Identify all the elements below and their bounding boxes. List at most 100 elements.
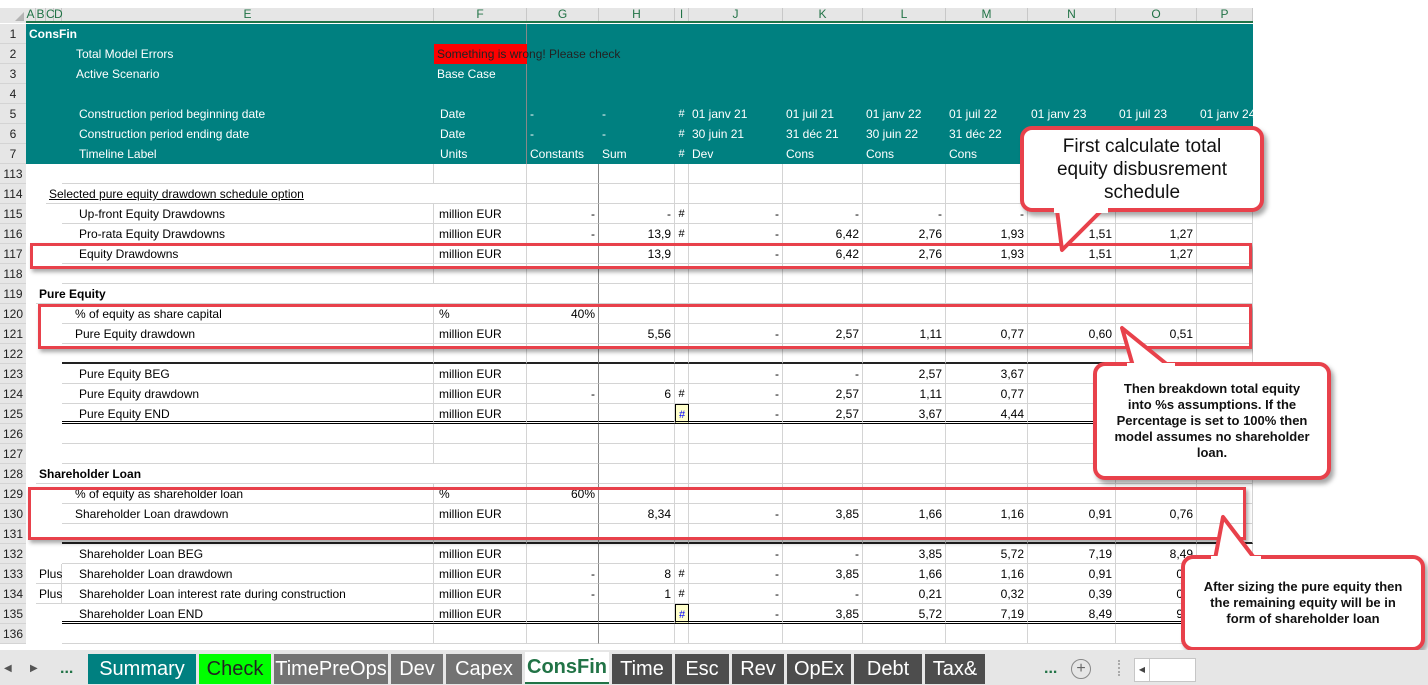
constant-value[interactable]: - [527,224,599,244]
period-value[interactable] [946,424,1028,444]
constant-value[interactable]: - [527,204,599,224]
row-header[interactable]: 3 [0,64,26,84]
column-header[interactable]: A [26,8,36,21]
row-header[interactable]: 117 [0,244,26,264]
sheet-tab-consfin[interactable]: ConsFin [525,652,609,684]
horizontal-scrollbar[interactable]: ◀ [1134,658,1196,682]
period-value[interactable] [1197,304,1253,324]
period-value[interactable]: - [783,584,863,604]
row-header[interactable]: 126 [0,424,26,444]
period-value[interactable] [1116,524,1197,544]
period-cell[interactable]: 30 juin 21 [689,124,783,144]
period-value[interactable]: 0,21 [863,584,946,604]
row-header[interactable]: 119 [0,284,26,304]
period-value[interactable]: - [783,544,863,564]
constant-value[interactable] [527,624,599,644]
add-sheet-icon[interactable]: + [1071,659,1091,679]
flag-cell[interactable] [675,344,689,364]
sum-value[interactable]: 8,34 [599,504,675,524]
unit-cell[interactable] [434,344,527,364]
constant-value[interactable]: - [527,584,599,604]
period-value[interactable] [783,484,863,504]
period-value[interactable]: - [689,204,783,224]
period-value[interactable] [863,304,946,324]
row-header[interactable]: 130 [0,504,26,524]
period-value[interactable]: 1,93 [946,224,1028,244]
period-value[interactable]: 0,77 [946,324,1028,344]
period-value[interactable]: 0,39 [1028,584,1116,604]
period-value[interactable]: 1,66 [863,564,946,584]
sum-value[interactable]: 13,9 [599,224,675,244]
row-header[interactable]: 128 [0,464,26,484]
row-header[interactable]: 114 [0,184,26,204]
period-cell[interactable]: 01 janv 21 [689,104,783,124]
sum-value[interactable] [599,444,675,464]
row-header[interactable]: 136 [0,624,26,644]
flag-cell[interactable] [675,284,689,304]
period-value[interactable] [689,424,783,444]
flag-cell[interactable] [675,624,689,644]
period-value[interactable] [1116,304,1197,324]
period-value[interactable]: - [689,324,783,344]
sum-header[interactable]: Sum [599,144,675,164]
column-header[interactable]: M [946,8,1028,21]
tab-more-right[interactable]: ... [1044,654,1057,684]
period-value[interactable] [689,484,783,504]
period-value[interactable] [783,464,863,484]
column-header[interactable]: E [62,8,434,21]
unit-cell[interactable]: million EUR [434,204,527,224]
period-cell[interactable]: 30 juin 22 [863,124,946,144]
tab-scroll-prev-icon[interactable]: ◀ [4,654,12,684]
sheet-tab-opex[interactable]: OpEx [787,654,851,684]
period-value[interactable] [783,304,863,324]
tab-scroll-next-icon[interactable]: ▶ [30,654,38,684]
period-value[interactable]: 3,67 [863,404,946,424]
period-value[interactable] [863,624,946,644]
constants-cell[interactable]: - [527,104,599,124]
timeline-row-label[interactable]: Construction period ending date [62,124,434,144]
sum-value[interactable]: 1 [599,584,675,604]
period-value[interactable] [946,184,1028,204]
row-header[interactable]: 5 [0,104,26,124]
period-cell[interactable]: 31 déc 22 [946,124,1028,144]
tabs-splitter[interactable] [1118,660,1122,676]
row-header[interactable]: 118 [0,264,26,284]
row-label[interactable]: Shareholder Loan drawdown [62,504,434,524]
sum-value[interactable] [599,284,675,304]
row-header[interactable]: 123 [0,364,26,384]
constant-value[interactable] [527,544,599,564]
unit-cell[interactable]: million EUR [434,224,527,244]
sum-value[interactable] [599,164,675,184]
sheet-tab-rev[interactable]: Rev [732,654,784,684]
units-cell[interactable]: Units [434,144,527,164]
constant-value[interactable] [527,244,599,264]
row-label[interactable]: Pure Equity END [62,404,434,424]
column-header[interactable]: O [1116,8,1197,21]
period-value[interactable] [946,464,1028,484]
unit-cell[interactable] [434,624,527,644]
period-value[interactable] [689,264,783,284]
period-value[interactable] [1116,264,1197,284]
period-value[interactable] [783,524,863,544]
row-header[interactable]: 116 [0,224,26,244]
row-header[interactable]: 134 [0,584,26,604]
unit-cell[interactable]: million EUR [434,404,527,424]
total-errors-label[interactable]: Total Model Errors [62,44,434,64]
period-value[interactable]: - [689,364,783,384]
constant-value[interactable]: - [527,384,599,404]
period-cell[interactable]: 01 janv 23 [1028,104,1116,124]
row-label[interactable] [62,444,434,464]
row-label[interactable]: Pure Equity drawdown [62,324,434,344]
constants-cell[interactable]: - [527,124,599,144]
row-header[interactable]: 132 [0,544,26,564]
period-value[interactable] [1028,524,1116,544]
period-value[interactable] [863,444,946,464]
period-value[interactable]: 2,57 [783,384,863,404]
column-header[interactable]: H [599,8,675,21]
sum-value[interactable]: 6 [599,384,675,404]
period-value[interactable]: 3,85 [863,544,946,564]
sum-value[interactable] [599,404,675,424]
flag-cell[interactable]: # [675,224,689,244]
period-value[interactable]: - [689,604,783,624]
sum-value[interactable]: - [599,204,675,224]
